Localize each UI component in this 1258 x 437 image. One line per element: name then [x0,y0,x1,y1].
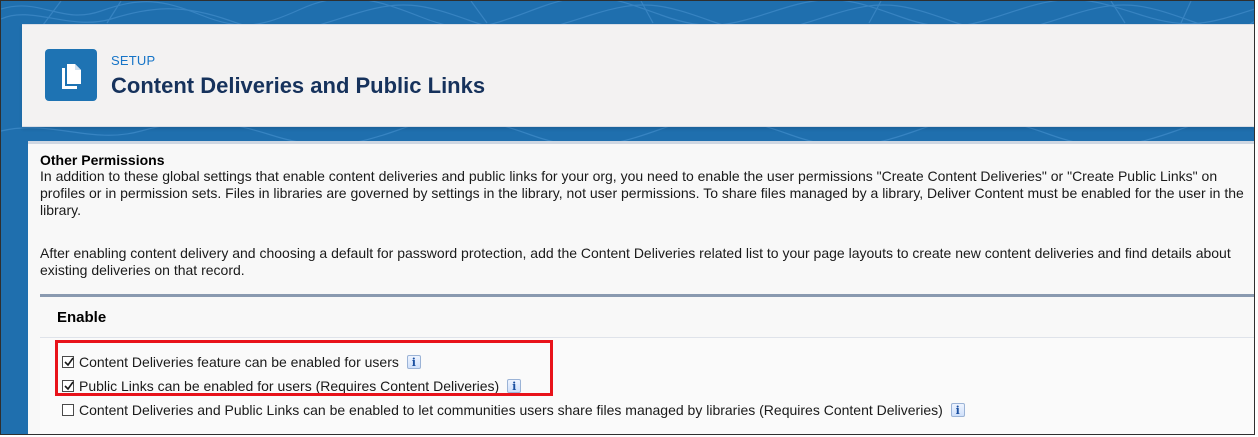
permissions-description: In addition to these global settings tha… [40,168,1244,218]
settings-content: Other Permissions In addition to these g… [28,141,1254,434]
content-delivery-description: After enabling content delivery and choo… [40,245,1231,278]
info-icon[interactable]: i [950,403,965,417]
content-deliveries-checkbox[interactable] [62,356,74,368]
option-public-links: Public Links can be enabled for users (R… [62,377,522,395]
option-communities-libraries: Content Deliveries and Public Links can … [62,401,965,419]
page-header: SETUP Content Deliveries and Public Link… [22,24,1254,127]
enable-section-title: Enable [57,309,107,326]
communities-libraries-label: Content Deliveries and Public Links can … [79,402,943,418]
enable-section: Enable Content Deliveries feature can be… [40,294,1254,434]
option-content-deliveries: Content Deliveries feature can be enable… [62,353,421,371]
other-permissions-heading: Other Permissions [40,152,165,168]
setup-page: SETUP Content Deliveries and Public Link… [0,0,1255,435]
enable-section-header: Enable [40,297,1254,338]
info-icon[interactable]: i [406,355,421,369]
content-deliveries-label: Content Deliveries feature can be enable… [79,354,399,370]
page-icon-tile [45,49,97,101]
checkmark-icon [64,357,74,367]
page-title: Content Deliveries and Public Links [111,73,486,98]
public-links-checkbox[interactable] [62,380,74,392]
communities-libraries-checkbox[interactable] [62,404,74,416]
info-icon[interactable]: i [507,379,522,393]
breadcrumb-setup[interactable]: SETUP [111,53,155,68]
public-links-label: Public Links can be enabled for users (R… [79,378,500,394]
document-copy-icon [62,64,81,89]
checkmark-icon [64,381,74,391]
